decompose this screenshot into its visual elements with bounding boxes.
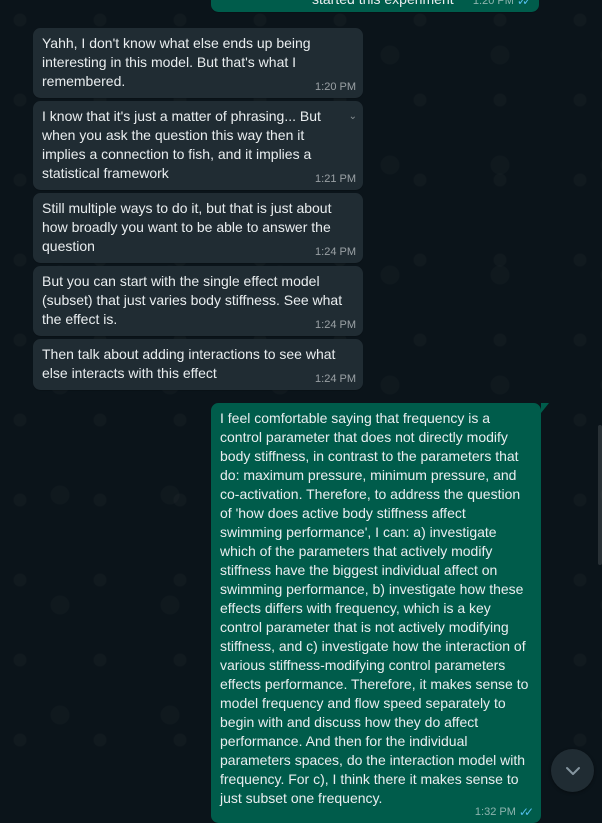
message-text: I know that it's just a matter of phrasi… xyxy=(42,108,321,181)
message-bubble-incoming[interactable]: Yahh, I don't know what else ends up bei… xyxy=(33,28,363,98)
message-time: 1:24 PM xyxy=(315,373,356,385)
message-meta: 1:20 PM ✓✓ xyxy=(473,0,532,9)
message-bubble-incoming[interactable]: But you can start with the single effect… xyxy=(33,266,363,336)
message-time: 1:24 PM xyxy=(315,246,356,258)
message-text: Still multiple ways to do it, but that i… xyxy=(42,200,332,254)
message-bubble-incoming[interactable]: Still multiple ways to do it, but that i… xyxy=(33,193,363,263)
message-meta: 1:24 PM xyxy=(315,245,356,260)
message-time: 1:20 PM xyxy=(472,0,514,7)
message-bubble-outgoing[interactable]: I feel comfortable saying that frequency… xyxy=(211,403,549,823)
message-bubble-incoming[interactable]: ⌄ I know that it's just a matter of phra… xyxy=(33,101,363,190)
double-check-icon: ✓✓ xyxy=(516,0,532,8)
message-time: 1:21 PM xyxy=(315,173,356,185)
message-text: I feel comfortable saying that frequency… xyxy=(220,410,529,806)
bubble-tail xyxy=(541,403,549,413)
double-check-icon: ✓✓ xyxy=(518,805,534,819)
message-meta: 1:24 PM xyxy=(315,372,356,387)
message-time: 1:20 PM xyxy=(315,81,356,93)
message-text: But you can start with the single effect… xyxy=(42,273,343,327)
message-text: Yahh, I don't know what else ends up bei… xyxy=(42,35,311,89)
message-time: 1:32 PM xyxy=(474,806,516,818)
message-meta: 1:24 PM xyxy=(315,318,356,333)
message-text: Then talk about adding interactions to s… xyxy=(42,346,336,381)
message-meta: 1:32 PM ✓✓ xyxy=(475,805,534,820)
message-bubble-outgoing[interactable]: started this experiment 1:20 PM ✓✓ xyxy=(211,0,539,12)
scroll-to-bottom-button[interactable] xyxy=(551,749,594,792)
chevron-down-icon xyxy=(565,766,580,775)
scrollbar[interactable] xyxy=(598,425,602,565)
message-meta: 1:20 PM xyxy=(315,80,356,95)
message-time: 1:24 PM xyxy=(315,319,356,331)
chevron-down-icon[interactable]: ⌄ xyxy=(349,107,357,126)
message-bubble-incoming[interactable]: Then talk about adding interactions to s… xyxy=(33,339,363,390)
message-meta: 1:21 PM xyxy=(315,172,356,187)
